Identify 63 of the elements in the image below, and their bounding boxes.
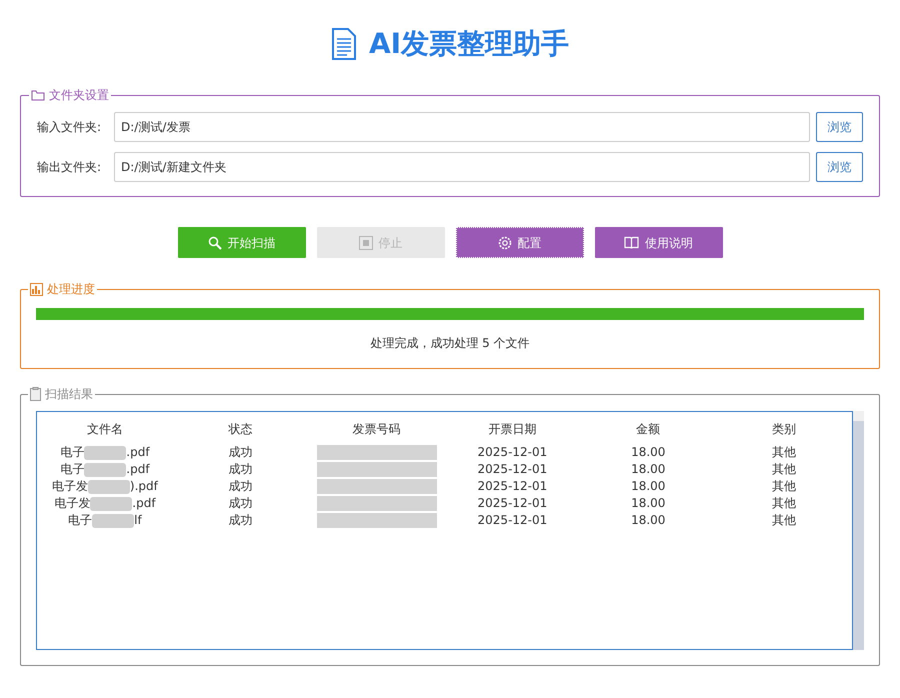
table-cell: 其他 xyxy=(772,495,796,512)
table-cell: .pdf xyxy=(126,461,150,478)
table-cell: lf xyxy=(134,512,142,529)
panel-title: 扫描结果 xyxy=(45,386,93,403)
table-cell: 电子 xyxy=(60,461,84,478)
table-cell: 其他 xyxy=(772,444,796,461)
column-header[interactable]: 开票日期 xyxy=(488,420,536,438)
table-cell: 2025-12-01 xyxy=(478,512,548,529)
table-cell: .pdf xyxy=(126,444,150,461)
field-label: 输入文件夹: xyxy=(37,120,102,134)
app-title: AI发票整理助手 xyxy=(368,26,570,62)
book-icon xyxy=(624,236,639,249)
table-cell: 电子 xyxy=(60,444,84,461)
column-header[interactable]: 文件名 xyxy=(86,420,123,438)
table-cell: 18.00 xyxy=(631,444,666,461)
table-cell: 其他 xyxy=(772,461,796,478)
clipboard-icon xyxy=(30,387,41,401)
redaction-blur xyxy=(92,514,134,528)
table-cell: ).pdf xyxy=(130,478,158,495)
table-cell: 18.00 xyxy=(631,495,666,512)
column-header[interactable]: 状态 xyxy=(228,420,253,438)
search-icon xyxy=(208,236,222,250)
redaction-blur xyxy=(84,462,126,476)
table-cell: 2025-12-01 xyxy=(478,461,548,478)
settings-icon xyxy=(498,236,512,250)
column-header[interactable]: 发票号码 xyxy=(352,420,401,438)
scrollbar[interactable] xyxy=(853,411,864,650)
table-cell: 2025-12-01 xyxy=(478,478,548,495)
table-cell: 其他 xyxy=(772,478,796,495)
input-field[interactable]: D:/测试/新建文件夹 xyxy=(114,152,810,182)
redaction-blur xyxy=(90,496,132,510)
table-cell: 18.00 xyxy=(631,512,666,529)
column-header[interactable]: 类别 xyxy=(772,420,796,438)
table-cell: 成功 xyxy=(228,444,253,461)
action-button[interactable]: 配置 xyxy=(456,227,584,258)
table-cell: 其他 xyxy=(772,512,796,529)
table-cell: 成功 xyxy=(228,512,253,529)
input-field[interactable]: D:/测试/发票 xyxy=(114,112,810,142)
table-cell: 成功 xyxy=(228,461,253,478)
table-cell: 电子 xyxy=(68,512,92,529)
table-cell: 电子发 xyxy=(54,495,90,512)
stop-icon xyxy=(358,236,372,250)
action-button[interactable]: 使用说明 xyxy=(594,227,722,258)
panel-title: 文件夹设置 xyxy=(49,87,109,104)
column-header[interactable]: 金额 xyxy=(636,420,660,438)
table-cell: 成功 xyxy=(228,495,253,512)
table-cell: 2025-12-01 xyxy=(478,495,548,512)
browse-button[interactable]: 浏览 xyxy=(816,112,863,142)
table-cell: 成功 xyxy=(228,478,253,495)
field-label: 输出文件夹: xyxy=(37,160,102,174)
bar-chart-icon xyxy=(30,282,43,296)
redaction-blur xyxy=(88,480,130,494)
table-cell: 2025-12-01 xyxy=(478,444,548,461)
table-cell: 电子发 xyxy=(52,478,88,495)
browse-button[interactable]: 浏览 xyxy=(816,152,863,182)
panel-title: 处理进度 xyxy=(47,281,95,298)
status-message: 处理完成，成功处理 5 个文件 xyxy=(370,335,530,352)
redaction-blur xyxy=(84,446,126,460)
table-cell: 18.00 xyxy=(631,461,666,478)
table-cell: 18.00 xyxy=(631,478,666,495)
table-cell: .pdf xyxy=(132,495,156,512)
document-icon xyxy=(330,28,357,60)
folder-icon xyxy=(31,90,45,100)
